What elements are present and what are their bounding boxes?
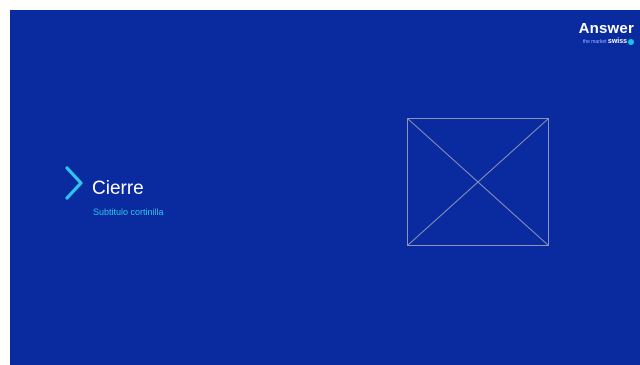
closing-slide: Answer the market swiss Cierre Subtitulo… bbox=[10, 10, 640, 365]
image-placeholder-icon bbox=[407, 118, 549, 246]
logo-wordmark: Answer bbox=[578, 20, 634, 37]
logo-tagline: the market swiss bbox=[554, 38, 634, 46]
logo-brand-text: swiss bbox=[607, 38, 627, 45]
answer-logo: Answer the market swiss bbox=[554, 21, 634, 61]
brand-dot-icon bbox=[628, 38, 634, 45]
slide-frame: Answer the market swiss Cierre Subtitulo… bbox=[0, 0, 640, 365]
slide-subtitle: Subtitulo cortinilla bbox=[93, 207, 164, 217]
slide-title: Cierre bbox=[92, 178, 144, 199]
logo-tagline-text: the market bbox=[582, 39, 607, 45]
chevron-right-icon bbox=[65, 166, 83, 200]
